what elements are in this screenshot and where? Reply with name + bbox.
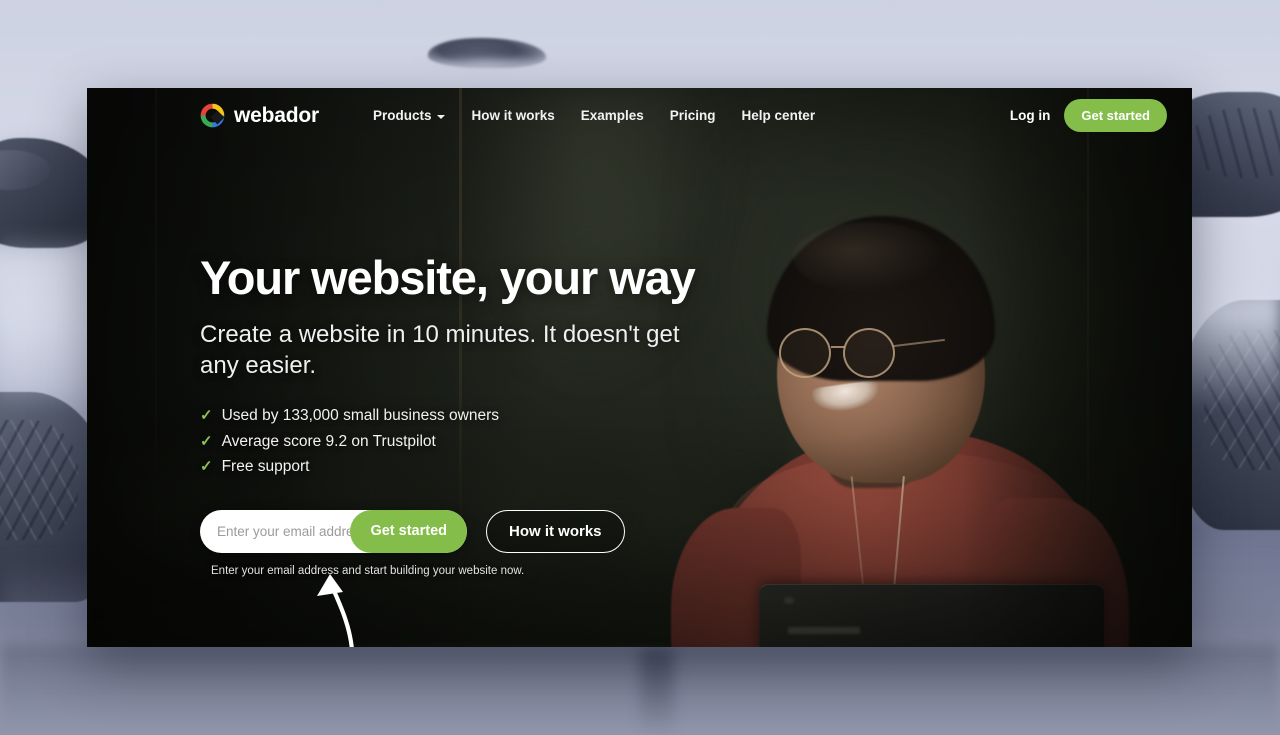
brand-logo[interactable]: webador: [200, 103, 319, 128]
hero-title: Your website, your way: [200, 251, 696, 304]
email-input[interactable]: [200, 523, 371, 539]
nav-link-label: Help center: [741, 108, 816, 123]
hero-content: Your website, your way Create a website …: [200, 253, 760, 577]
backdrop-rock-island: [428, 38, 546, 68]
curved-up-arrow-icon: [302, 566, 382, 647]
nav-link-help-center[interactable]: Help center: [729, 102, 829, 129]
brand-name-text: webador: [234, 103, 319, 127]
form-get-started-button[interactable]: Get started: [350, 509, 467, 553]
desktop-backdrop-photo: webador Products How it works Examples P…: [0, 0, 1280, 735]
website-preview-panel: webador Products How it works Examples P…: [87, 88, 1192, 647]
hero-usp-text: Average score 9.2 on Trustpilot: [221, 432, 436, 450]
nav-actions: Log in Get started: [1010, 99, 1167, 132]
checkmark-icon: ✓: [200, 458, 213, 476]
checkmark-icon: ✓: [200, 432, 213, 450]
checkmark-icon: ✓: [200, 407, 213, 425]
chevron-down-icon: [437, 114, 446, 119]
login-link[interactable]: Log in: [1010, 108, 1051, 123]
nav-link-how-it-works[interactable]: How it works: [458, 102, 567, 129]
hero-usp-list: ✓ Used by 133,000 small business owners …: [200, 403, 760, 480]
hero-usp-text: Used by 133,000 small business owners: [221, 407, 500, 425]
nav-link-label: How it works: [471, 108, 555, 123]
how-it-works-button[interactable]: How it works: [486, 509, 625, 553]
nav-link-label: Pricing: [669, 108, 716, 123]
nav-links: Products How it works Examples Pricing H…: [360, 102, 828, 129]
signup-helper-text: Enter your email address and start build…: [211, 564, 525, 577]
nav-link-products[interactable]: Products: [360, 102, 459, 129]
nav-link-examples[interactable]: Examples: [568, 102, 657, 129]
hero-usp-item: ✓ Average score 9.2 on Trustpilot: [200, 429, 760, 455]
signup-form: Get started: [200, 509, 467, 553]
hero-cta-row: Get started How it works: [200, 509, 760, 553]
nav-link-pricing[interactable]: Pricing: [657, 102, 729, 129]
nav-link-label: Products: [372, 108, 432, 123]
hero-usp-text: Free support: [221, 458, 310, 476]
nav-get-started-button[interactable]: Get started: [1064, 99, 1167, 132]
backdrop-floor-streak: [640, 648, 674, 735]
nav-link-label: Examples: [580, 108, 644, 123]
webador-logo-icon: [200, 103, 225, 128]
hero-subtitle: Create a website in 10 minutes. It doesn…: [200, 320, 680, 379]
site-navbar: webador Products How it works Examples P…: [87, 88, 1192, 143]
hero-usp-item: ✓ Used by 133,000 small business owners: [200, 403, 760, 429]
hero-usp-item: ✓ Free support: [200, 454, 760, 480]
